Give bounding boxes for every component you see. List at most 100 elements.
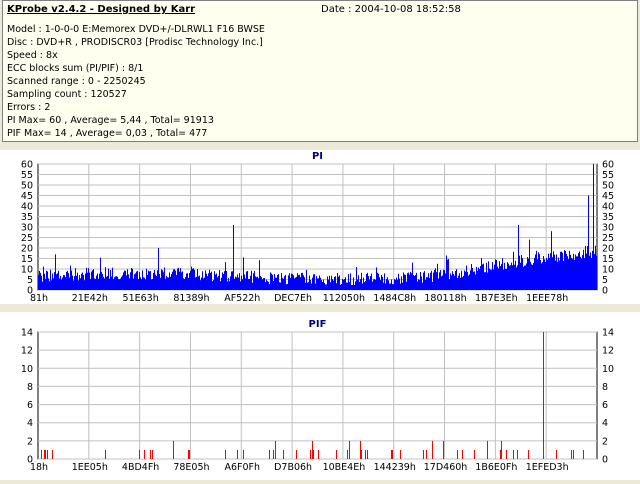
data-bar xyxy=(456,269,457,290)
data-bar xyxy=(308,282,309,290)
data-bar xyxy=(530,261,531,290)
data-bar xyxy=(185,276,186,290)
data-bar xyxy=(477,270,478,290)
data-bar xyxy=(580,256,581,290)
data-bar xyxy=(476,266,477,290)
data-bar xyxy=(238,277,239,290)
data-bar xyxy=(190,270,191,290)
x-tick-label: 1B6E0Fh xyxy=(475,462,517,473)
data-bar xyxy=(180,268,181,290)
data-bar xyxy=(277,274,278,290)
data-bar xyxy=(359,282,360,290)
data-bar xyxy=(148,270,149,290)
data-bar xyxy=(45,278,46,290)
x-tick-label: 1EEE78h xyxy=(526,293,568,304)
data-bar xyxy=(310,449,311,459)
data-bar xyxy=(283,449,284,459)
data-bar xyxy=(595,245,596,290)
data-bar xyxy=(465,271,466,290)
data-bar xyxy=(182,271,183,290)
data-bar xyxy=(160,277,161,290)
data-bar xyxy=(154,270,155,290)
data-bar xyxy=(268,281,269,290)
data-bar xyxy=(246,271,247,290)
data-bar xyxy=(236,277,237,290)
data-bar xyxy=(385,283,386,290)
data-bar xyxy=(79,275,80,290)
info-ecc-blocks: ECC blocks sum (PI/PIF) : 8/1 xyxy=(7,63,144,74)
data-bar xyxy=(41,449,42,459)
chart-title: PI xyxy=(312,151,323,162)
data-bar xyxy=(65,277,66,290)
data-bar xyxy=(493,269,494,290)
data-bar xyxy=(293,275,294,290)
y-tick-label: 45 xyxy=(21,191,33,202)
data-bar xyxy=(332,279,333,290)
data-bar xyxy=(520,262,521,290)
data-bar xyxy=(97,273,98,290)
y-tick-label: 15 xyxy=(21,254,33,265)
info-sampling-count: Sampling count : 120527 xyxy=(7,89,127,100)
data-bar xyxy=(150,270,151,290)
data-bar xyxy=(274,273,275,290)
data-bar xyxy=(170,276,171,290)
data-bar xyxy=(439,272,440,290)
data-bar xyxy=(565,250,566,290)
data-bar xyxy=(314,274,315,290)
data-bar xyxy=(449,279,450,290)
data-bar xyxy=(76,275,77,290)
data-bar xyxy=(163,272,164,290)
data-bar xyxy=(522,258,523,290)
data-bar xyxy=(365,449,366,459)
data-bar xyxy=(187,273,188,290)
data-bar xyxy=(573,253,574,290)
data-bar xyxy=(213,280,214,290)
data-bar xyxy=(124,270,125,290)
data-bar xyxy=(342,278,343,290)
data-bar xyxy=(374,279,375,290)
data-bar xyxy=(42,281,43,290)
data-bar xyxy=(255,276,256,290)
y-tick-label-right: 45 xyxy=(602,191,614,202)
pif-chart-panel: PIF 0 0 2 2 4 4 6 6 8 8 10 10 12 12 14 14 18h 1EE05h 4BD4Fh… xyxy=(0,312,640,480)
info-speed: Speed : 8x xyxy=(7,50,58,61)
data-bar xyxy=(354,285,355,290)
data-bar xyxy=(461,270,462,290)
data-bar xyxy=(394,279,395,290)
data-bar xyxy=(252,282,253,290)
data-bar xyxy=(478,267,479,290)
data-bar xyxy=(415,274,416,290)
data-bar xyxy=(152,278,153,290)
data-bar xyxy=(279,282,280,290)
data-bar xyxy=(144,449,145,459)
data-bar xyxy=(506,449,507,459)
data-bar xyxy=(409,274,410,290)
data-bar xyxy=(369,279,370,290)
data-bar xyxy=(463,275,464,290)
data-bar xyxy=(92,270,93,290)
data-bar xyxy=(235,276,236,290)
data-bar xyxy=(408,272,409,290)
data-bar xyxy=(459,273,460,290)
data-bar xyxy=(262,279,263,290)
data-bar xyxy=(417,281,418,290)
y-tick-label-right: 55 xyxy=(602,170,614,181)
data-bar xyxy=(64,275,65,290)
data-bar xyxy=(568,259,569,290)
data-bar xyxy=(138,278,139,290)
data-bar xyxy=(392,449,393,459)
data-bar xyxy=(358,275,359,290)
data-bar xyxy=(243,449,244,459)
data-bar xyxy=(232,271,233,290)
y-tick-label: 12 xyxy=(21,346,33,357)
y-tick-label: 35 xyxy=(21,212,33,223)
data-bar xyxy=(189,273,190,290)
data-bar xyxy=(500,266,501,290)
data-bar xyxy=(176,274,177,290)
data-bar xyxy=(553,251,554,290)
data-bar xyxy=(389,283,390,290)
y-tick-label-right: 15 xyxy=(602,254,614,265)
data-bar xyxy=(323,279,324,290)
data-bar xyxy=(577,256,578,290)
data-bar xyxy=(386,279,387,290)
